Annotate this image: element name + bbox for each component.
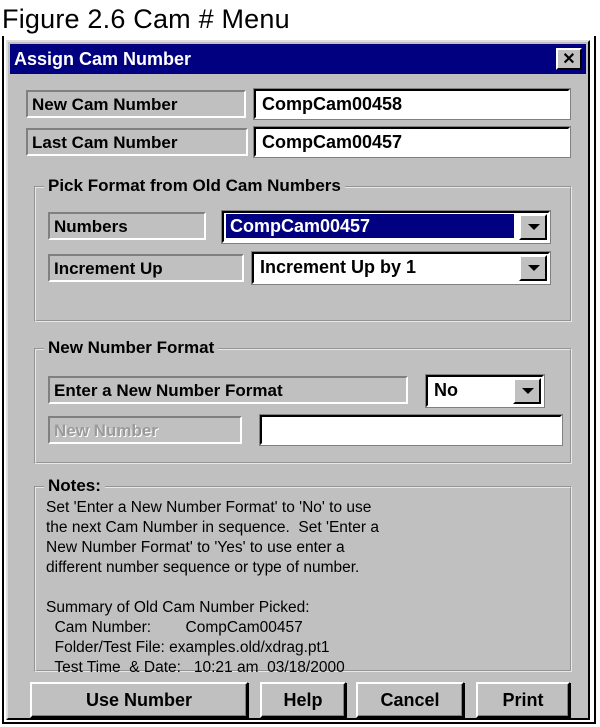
new-number-format-legend: New Number Format [44, 338, 219, 358]
assign-cam-number-dialog: Assign Cam Number ✕ New Cam Number CompC… [6, 40, 590, 720]
increment-up-select[interactable]: Increment Up by 1 [251, 251, 551, 285]
new-number-field[interactable] [259, 414, 563, 446]
figure-caption: Figure 2.6 Cam # Menu [2, 4, 290, 34]
pick-format-legend: Pick Format from Old Cam Numbers [44, 176, 345, 196]
notes-text: Set 'Enter a New Number Format' to 'No' … [46, 499, 379, 676]
help-button[interactable]: Help [260, 682, 346, 718]
last-cam-number-field[interactable]: CompCam00457 [253, 126, 571, 158]
enter-new-number-format-value: No [434, 380, 458, 400]
increment-up-select-value: Increment Up by 1 [260, 257, 417, 277]
chevron-down-icon[interactable] [513, 378, 541, 404]
enter-new-number-format-label: Enter a New Number Format [48, 376, 408, 404]
new-cam-number-field[interactable]: CompCam00458 [253, 88, 571, 120]
print-button[interactable]: Print [476, 682, 570, 718]
increment-up-label: Increment Up [48, 254, 244, 282]
dialog-titlebar: Assign Cam Number ✕ [10, 44, 586, 74]
close-button[interactable]: ✕ [556, 48, 582, 70]
enter-new-number-format-select[interactable]: No [425, 374, 545, 408]
close-icon: ✕ [562, 51, 576, 68]
new-cam-number-label: New Cam Number [26, 90, 246, 118]
numbers-label: Numbers [48, 212, 206, 240]
chevron-down-icon[interactable] [519, 214, 547, 240]
chevron-down-icon[interactable] [519, 255, 547, 281]
numbers-select[interactable]: CompCam00457 [221, 210, 551, 244]
cancel-button[interactable]: Cancel [356, 682, 464, 718]
last-cam-number-label: Last Cam Number [26, 128, 248, 156]
numbers-select-value: CompCam00457 [226, 214, 514, 238]
notes-legend: Notes: [44, 476, 105, 496]
new-number-label: New Number [48, 416, 242, 444]
use-number-button[interactable]: Use Number [30, 682, 248, 718]
dialog-title: Assign Cam Number [14, 49, 192, 69]
